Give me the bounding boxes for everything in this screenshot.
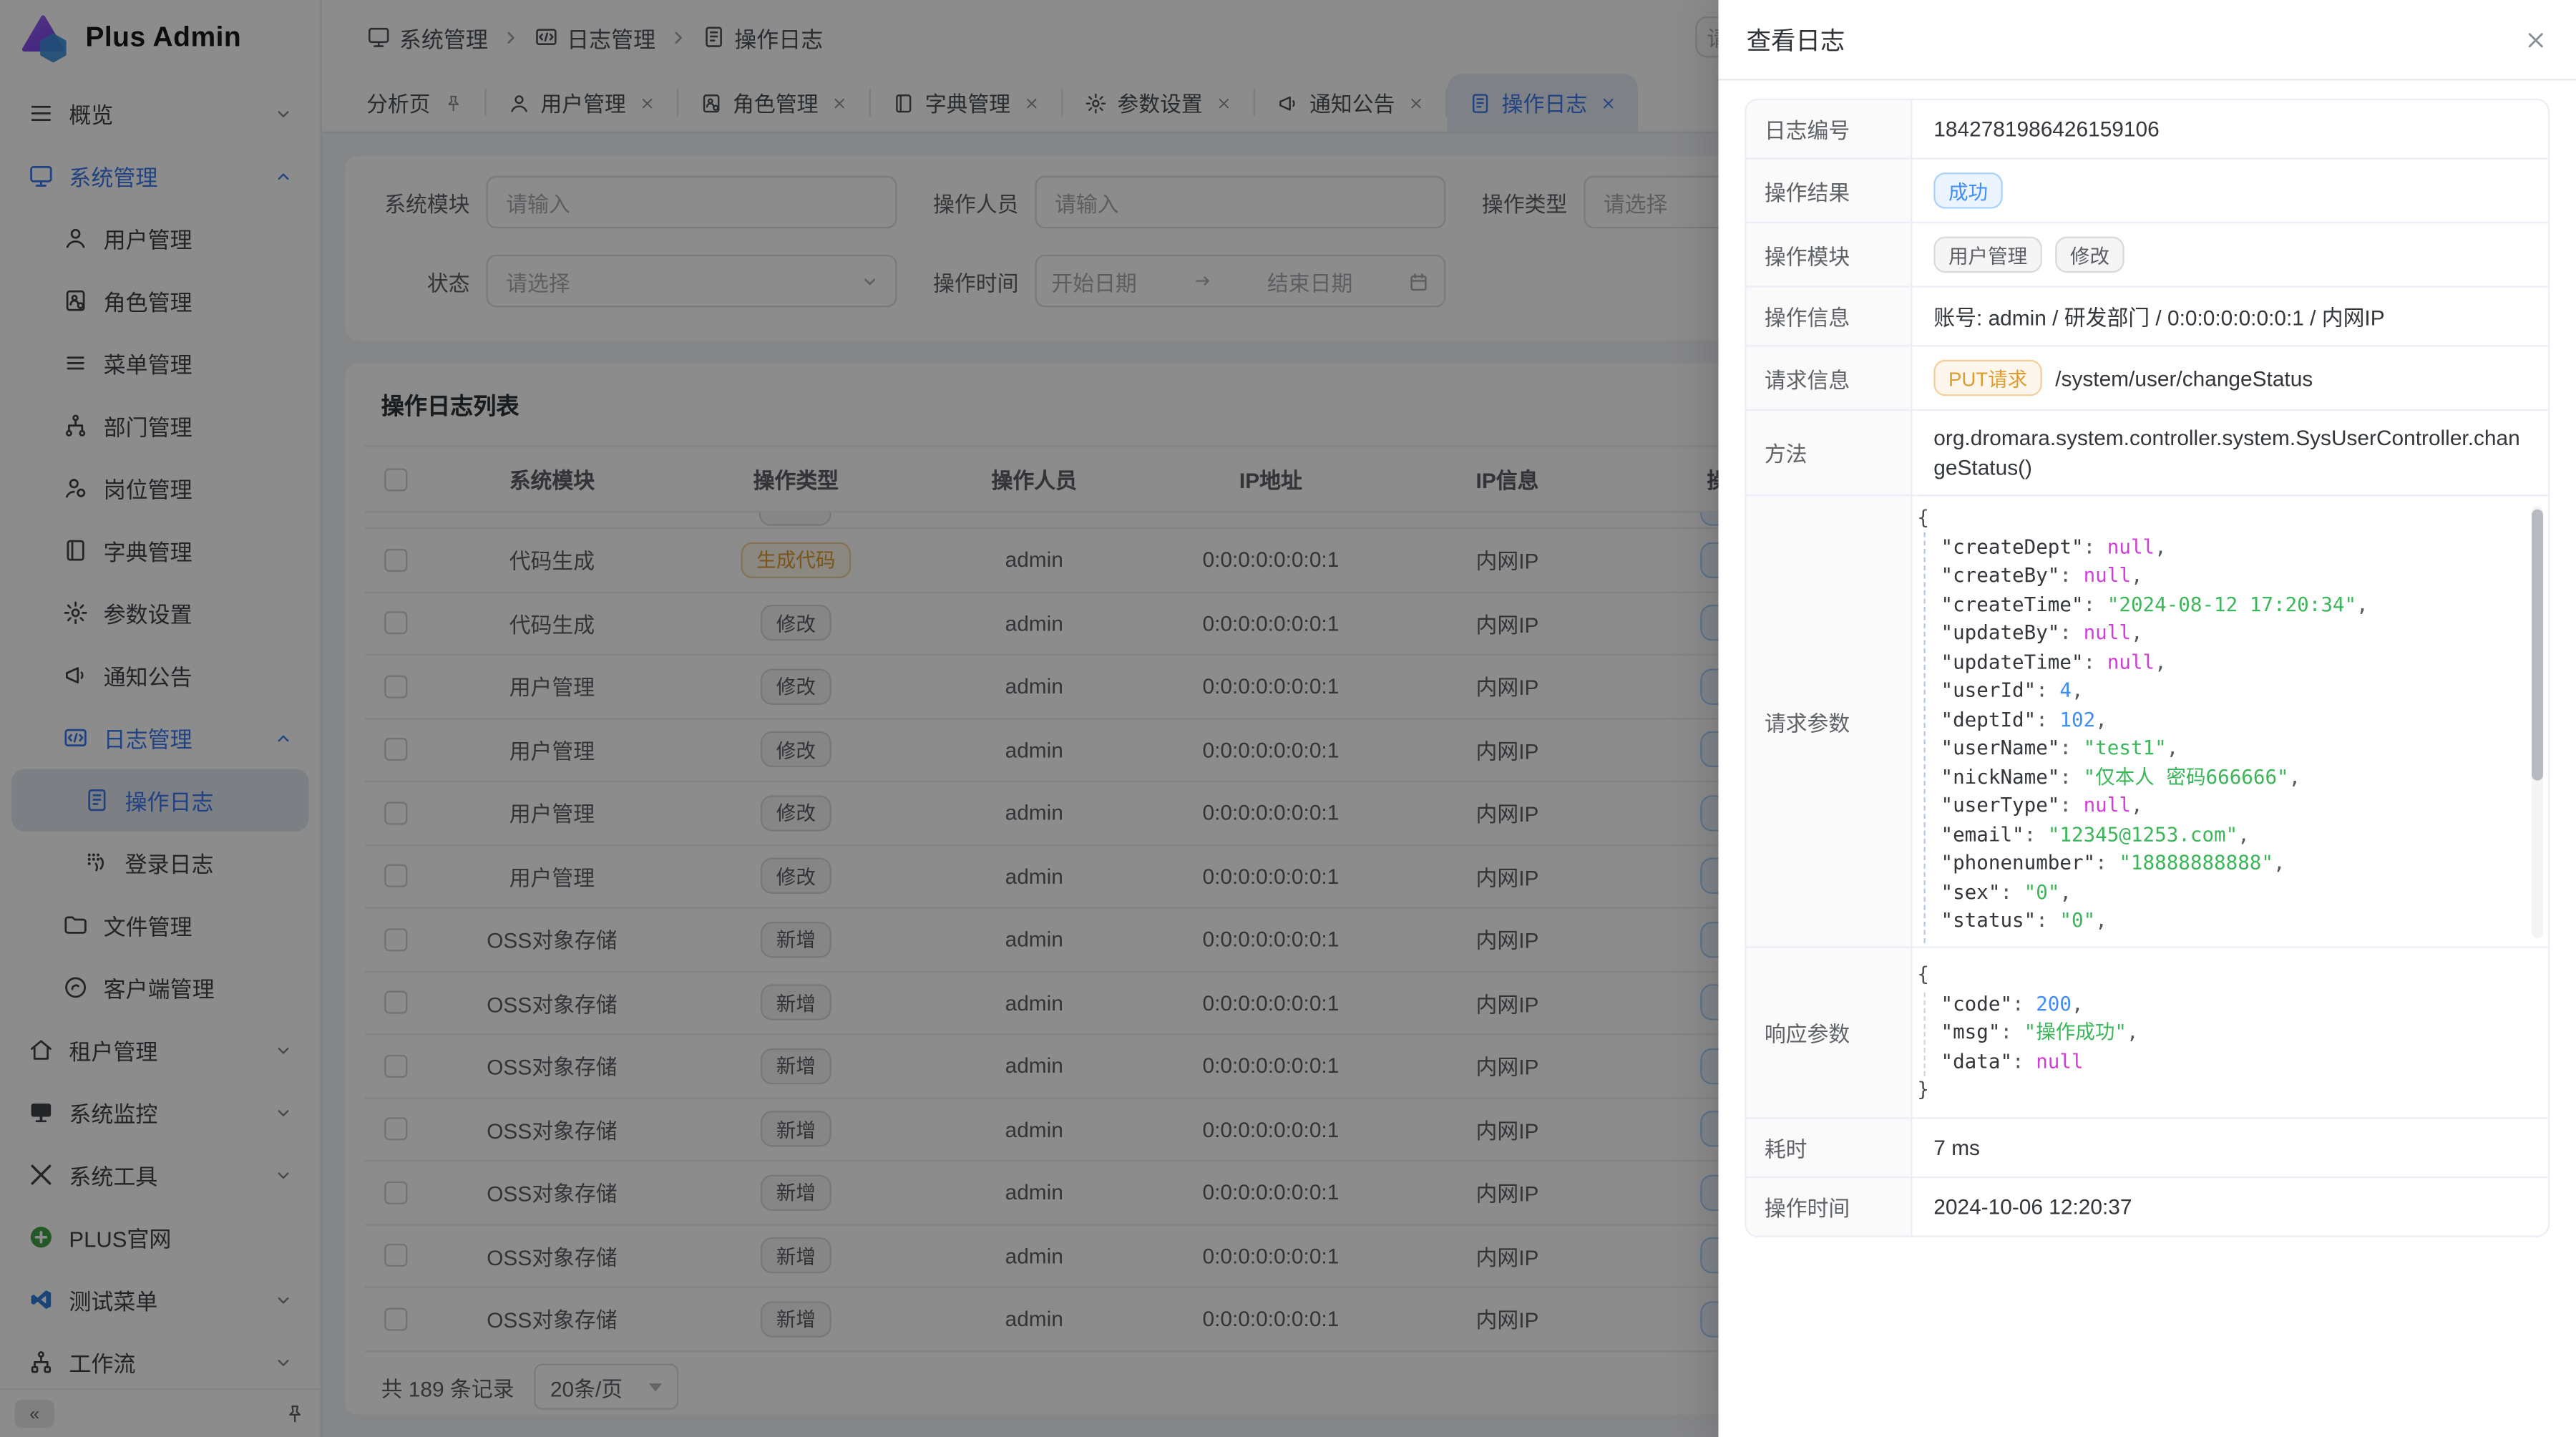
op-time-label: 操作时间 xyxy=(1747,1178,1913,1235)
json-line: "email": "12345@1253.com", xyxy=(1917,821,2524,849)
method-value: org.dromara.system.controller.system.Sys… xyxy=(1933,423,2527,482)
row-info: 操作信息 账号: admin / 研发部门 / 0:0:0:0:0:0:0:1 … xyxy=(1747,288,2548,347)
row-response-params: { "code": 200, "msg": "操作成功", "data": nu… xyxy=(1747,948,2548,1119)
json-line: "msg": "操作成功", xyxy=(1917,1018,2524,1047)
request-url: /system/user/changeStatus xyxy=(2055,366,2313,390)
drawer-header: 查看日志 xyxy=(1719,0,2576,81)
info-value: 账号: admin / 研发部门 / 0:0:0:0:0:0:0:1 / 内网I… xyxy=(1912,288,2548,345)
log-descriptions: 日志编号 1842781986426159106 操作结果 成功 操作模块 用户… xyxy=(1745,99,2550,1237)
module-action-tag: 修改 xyxy=(2055,237,2124,273)
row-module: 操作模块 用户管理 修改 xyxy=(1747,223,2548,288)
json-line: "userId": 4, xyxy=(1917,677,2524,706)
json-line: "createBy": null, xyxy=(1917,562,2524,590)
json-line: "phonenumber": "18888888888", xyxy=(1917,849,2524,878)
row-log-id: 日志编号 1842781986426159106 xyxy=(1747,100,2548,160)
op-time-value: 2024-10-06 12:20:37 xyxy=(1912,1178,2548,1235)
response-params-label: 响应参数 xyxy=(1747,948,1913,1117)
json-line: "nickName": "仅本人 密码666666", xyxy=(1917,763,2524,791)
module-label: 操作模块 xyxy=(1747,223,1913,286)
json-line: "updateBy": null, xyxy=(1917,620,2524,648)
module-tag: 用户管理 xyxy=(1933,237,2042,273)
log-id-label: 日志编号 xyxy=(1747,100,1913,157)
row-result: 操作结果 成功 xyxy=(1747,160,2548,224)
request-params-json: { "createDept": null, "createBy": null, … xyxy=(1917,505,2524,936)
json-line: "code": 200, xyxy=(1917,990,2524,1018)
success-tag: 成功 xyxy=(1933,172,2002,209)
json-line: "createDept": null, xyxy=(1917,533,2524,562)
put-request-tag: PUT请求 xyxy=(1933,360,2042,396)
method-label: 方法 xyxy=(1747,411,1913,495)
row-cost: 耗时 7 ms xyxy=(1747,1119,2548,1179)
log-id-value: 1842781986426159106 xyxy=(1912,100,2548,157)
scrollbar-thumb[interactable] xyxy=(2532,510,2543,781)
cost-label: 耗时 xyxy=(1747,1119,1913,1177)
json-line: "userName": "test1", xyxy=(1917,734,2524,763)
app-root: Plus Admin 概览系统管理用户管理角色管理菜单管理部门管理岗位管理字典管… xyxy=(0,0,2576,1437)
row-request-params: 请求参数 { "createDept": null, "createBy": n… xyxy=(1747,496,2548,948)
drawer-title: 查看日志 xyxy=(1747,22,1845,57)
log-detail-drawer: 查看日志 日志编号 1842781986426159106 操作结果 成功 操作… xyxy=(1719,0,2576,1437)
row-request: 请求信息 PUT请求 /system/user/changeStatus xyxy=(1747,346,2548,411)
json-line: "updateTime": null, xyxy=(1917,648,2524,677)
indent-guide xyxy=(1924,532,1926,943)
row-method: 方法 org.dromara.system.controller.system.… xyxy=(1747,411,2548,496)
indent-guide xyxy=(1924,993,1926,1076)
json-line: { xyxy=(1917,961,2524,990)
json-line: "sex": "0", xyxy=(1917,878,2524,907)
json-line: "userType": null, xyxy=(1917,792,2524,821)
row-op-time: 操作时间 2024-10-06 12:20:37 xyxy=(1747,1178,2548,1235)
request-label: 请求信息 xyxy=(1747,346,1913,409)
result-label: 操作结果 xyxy=(1747,160,1913,222)
request-params-label: 请求参数 xyxy=(1747,496,1913,946)
json-line: } xyxy=(1917,1076,2524,1105)
response-params-json: { "code": 200, "msg": "操作成功", "data": nu… xyxy=(1917,961,2524,1105)
drawer-body: 日志编号 1842781986426159106 操作结果 成功 操作模块 用户… xyxy=(1719,81,2576,1256)
json-line: "status": "0", xyxy=(1917,907,2524,935)
json-line: "deptId": 102, xyxy=(1917,706,2524,734)
json-line: "createTime": "2024-08-12 17:20:34", xyxy=(1917,590,2524,619)
json-line: "data": null xyxy=(1917,1048,2524,1076)
close-icon[interactable] xyxy=(2524,27,2548,52)
info-label: 操作信息 xyxy=(1747,288,1913,345)
json-line: { xyxy=(1917,505,2524,533)
cost-value: 7 ms xyxy=(1912,1119,2548,1177)
